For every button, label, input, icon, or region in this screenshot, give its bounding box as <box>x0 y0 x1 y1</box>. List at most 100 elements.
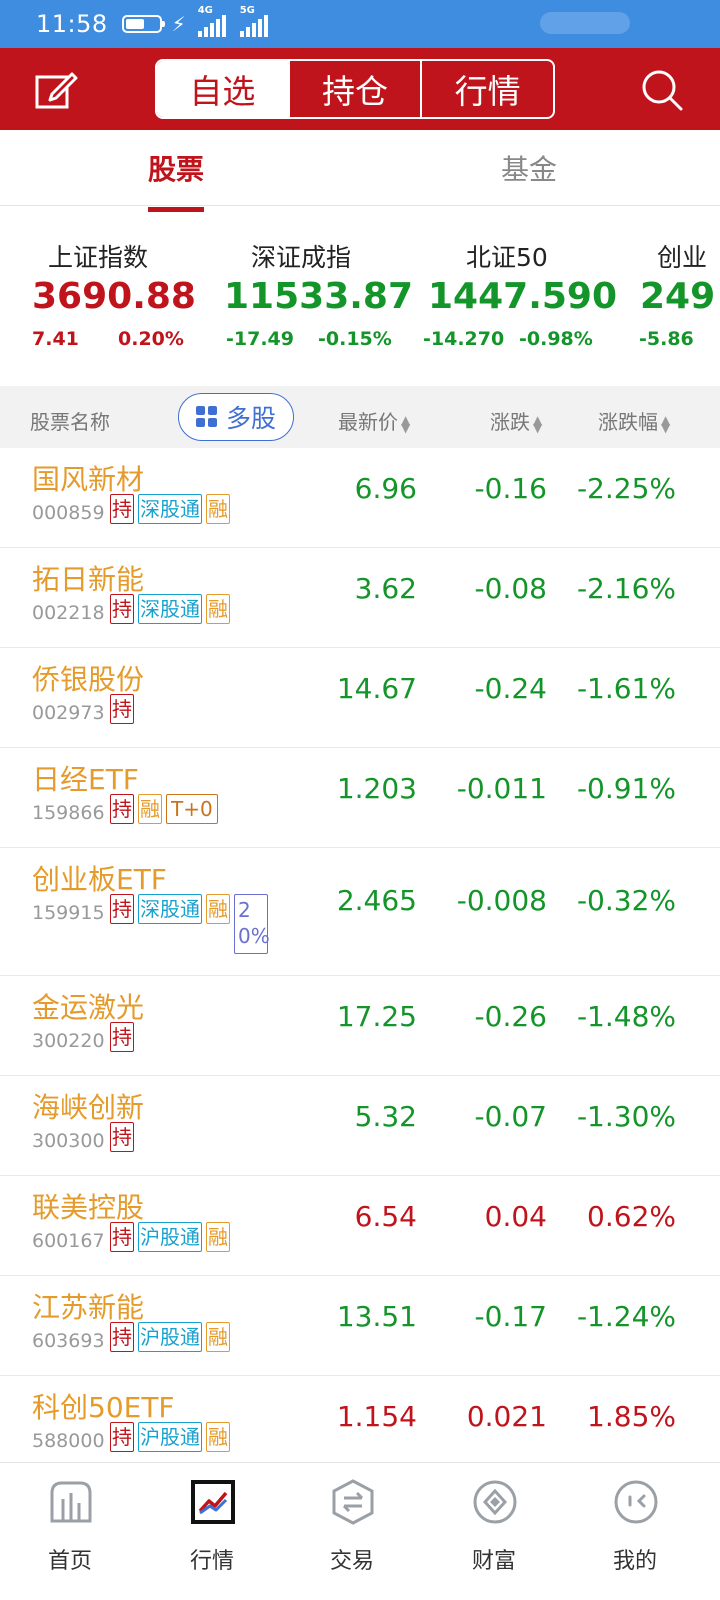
stock-code: 603693 <box>32 1330 105 1352</box>
stock-badges: 持 <box>110 1122 138 1152</box>
status-time: 11:58 <box>36 10 108 38</box>
table-row[interactable]: 侨银股份 002973 持 14.67 -0.24 -1.61% <box>0 648 720 748</box>
table-row[interactable]: 拓日新能 002218 持深股通融 3.62 -0.08 -2.16% <box>0 548 720 648</box>
index-value: 249 <box>640 276 716 317</box>
stock-price: 17.25 <box>336 1000 417 1033</box>
stock-percent: -1.30% <box>576 1100 676 1133</box>
nav-trade[interactable]: 交易 <box>302 1463 402 1600</box>
stock-price: 6.54 <box>354 1200 417 1233</box>
stock-badge: 沪股通 <box>138 1422 202 1452</box>
sort-icon: ▲ ▼ <box>401 412 411 435</box>
signal-4g-label: 4G <box>197 5 213 16</box>
stock-code: 159915 <box>32 902 105 924</box>
column-percent-header[interactable]: 涨跌幅 ▲ ▼ <box>598 406 670 435</box>
subtab-funds[interactable]: 基金 <box>501 148 557 188</box>
table-row[interactable]: 日经ETF 159866 持融 T+0 1.203 -0.011 -0.91% <box>0 748 720 848</box>
battery-icon <box>121 15 165 33</box>
stock-name: 金运激光 <box>32 991 145 1024</box>
stock-name: 海峡创新 <box>32 1091 145 1124</box>
stock-change: -0.008 <box>456 884 547 917</box>
index-value: 1447.590 <box>428 276 618 317</box>
stock-price: 5.32 <box>354 1100 417 1133</box>
home-chart-icon <box>50 1481 92 1523</box>
stock-code: 588000 <box>32 1430 105 1452</box>
stock-change: -0.16 <box>474 472 547 505</box>
stock-percent: -1.61% <box>576 672 676 705</box>
stock-badge: 融 <box>206 1322 230 1352</box>
tab-holdings[interactable]: 持仓 <box>287 61 421 117</box>
stock-badge: 持 <box>110 694 134 724</box>
stock-price: 6.96 <box>354 472 417 505</box>
app-header: 自选 持仓 行情 <box>0 48 720 130</box>
stock-change: -0.011 <box>456 772 547 805</box>
index-strip[interactable]: 上证指数 3690.88 7.41 0.20% 深证成指 11533.87 -1… <box>0 206 720 386</box>
table-row[interactable]: 国风新材 000859 持深股通融 6.96 -0.16 -2.25% <box>0 448 720 548</box>
bottom-nav: 首页 行情 交易 财富 我的 <box>0 1462 720 1600</box>
table-row[interactable]: 江苏新能 603693 持沪股通融 13.51 -0.17 -1.24% <box>0 1276 720 1376</box>
index-value: 3690.88 <box>32 276 196 317</box>
table-row[interactable]: 海峡创新 300300 持 5.32 -0.07 -1.30% <box>0 1076 720 1176</box>
stock-percent: 1.85% <box>587 1400 676 1433</box>
tab-market[interactable]: 行情 <box>420 61 553 117</box>
stock-badge: 持 <box>110 594 134 624</box>
stock-change: -0.07 <box>474 1100 547 1133</box>
subtab-stocks[interactable]: 股票 <box>148 148 205 212</box>
grid-icon <box>195 406 218 428</box>
stock-code: 300300 <box>32 1130 105 1152</box>
index-change: -14.270 <box>423 328 505 350</box>
index-percent: 0.20% <box>118 328 184 350</box>
market-trend-icon <box>191 1480 235 1524</box>
table-row[interactable]: 联美控股 600167 持沪股通融 6.54 0.04 0.62% <box>0 1176 720 1276</box>
nav-home[interactable]: 首页 <box>20 1463 120 1600</box>
nav-wealth[interactable]: 财富 <box>444 1463 544 1600</box>
stock-percent: -2.16% <box>576 572 676 605</box>
nav-market[interactable]: 行情 <box>162 1463 262 1600</box>
column-change-header[interactable]: 涨跌 ▲ ▼ <box>490 406 542 435</box>
stock-name: 联美控股 <box>32 1191 145 1224</box>
index-percent: -0.15% <box>318 328 392 350</box>
stock-code: 002973 <box>32 702 105 724</box>
stock-badge: 沪股通 <box>138 1322 202 1352</box>
stock-badge: 持 <box>110 1122 134 1152</box>
stock-price: 3.62 <box>354 572 417 605</box>
stock-price: 14.67 <box>336 672 417 705</box>
stock-badge: 沪股通 <box>138 1222 202 1252</box>
stock-badge: 深股通 <box>138 894 202 924</box>
nav-profile[interactable]: 我的 <box>585 1463 685 1600</box>
column-percent-label: 涨跌幅 <box>598 410 658 434</box>
stock-name: 拓日新能 <box>32 563 145 596</box>
stock-percent: -2.25% <box>576 472 676 505</box>
stock-percent: -0.91% <box>576 772 676 805</box>
search-icon[interactable] <box>640 68 684 112</box>
nav-label: 我的 <box>612 1549 657 1574</box>
tab-watchlist[interactable]: 自选 <box>157 61 288 117</box>
stock-change: -0.17 <box>474 1300 547 1333</box>
stock-percent: -1.48% <box>576 1000 676 1033</box>
sort-icon: ▲ ▼ <box>661 412 671 435</box>
stock-badge: 持 <box>110 894 134 924</box>
stock-change: -0.24 <box>474 672 547 705</box>
table-row[interactable]: 金运激光 300220 持 17.25 -0.26 -1.48% <box>0 976 720 1076</box>
multi-stock-button[interactable]: 多股 <box>178 393 294 441</box>
stock-badge: 融 <box>206 894 230 924</box>
index-name: 上证指数 <box>48 243 149 272</box>
stock-name: 科创50ETF <box>32 1391 175 1424</box>
charging-icon: ⚡ <box>171 12 186 36</box>
edit-icon[interactable] <box>34 68 78 112</box>
wealth-diamond-icon <box>473 1480 517 1524</box>
stock-badge: 持 <box>110 1222 134 1252</box>
index-name: 北证50 <box>466 243 548 272</box>
stock-percent: 0.62% <box>587 1200 676 1233</box>
stock-badge: 融 <box>206 494 230 524</box>
column-price-header[interactable]: 最新价 ▲ ▼ <box>338 406 410 435</box>
table-row[interactable]: 创业板ETF 159915 持深股通融 20% 2.465 -0.008 -0.32% <box>0 848 720 976</box>
stock-code: 159866 <box>32 802 105 824</box>
stock-badges: 持沪股通融 <box>110 1422 234 1452</box>
table-row[interactable]: 科创50ETF 588000 持沪股通融 1.154 0.021 1.85% <box>0 1376 720 1476</box>
profile-face-icon <box>614 1480 658 1524</box>
trade-exchange-icon <box>332 1479 374 1525</box>
multi-stock-label: 多股 <box>225 404 276 433</box>
stock-badge: 深股通 <box>138 594 202 624</box>
stock-badges: 持 <box>110 1022 138 1052</box>
stock-badge: 持 <box>110 1422 134 1452</box>
